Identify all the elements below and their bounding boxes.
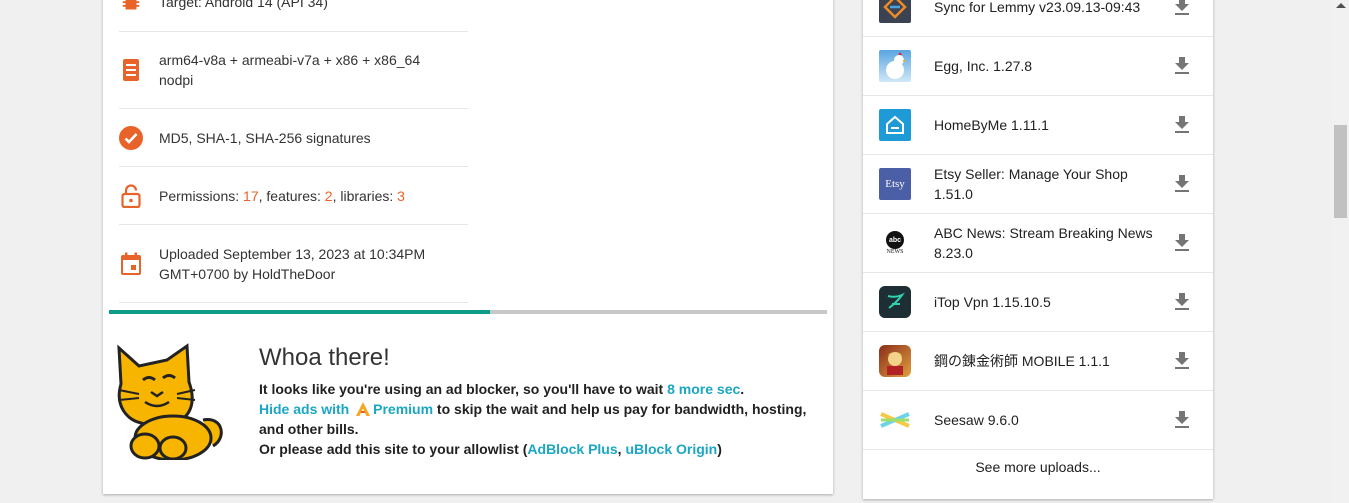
app-details-card: Target: Android 14 (API 34) arm64-v8a + … bbox=[103, 0, 833, 494]
upload-item-name: 鋼の錬金術師 MOBILE 1.1.1 bbox=[934, 353, 1110, 369]
download-icon[interactable] bbox=[1170, 172, 1194, 196]
calendar-icon bbox=[119, 252, 143, 276]
architecture-row: arm64-v8a + armeabi-v7a + x86 + x86_64 n… bbox=[119, 32, 468, 109]
unlock-icon bbox=[119, 183, 143, 208]
features-label: , features: bbox=[258, 187, 325, 204]
permissions-count-link[interactable]: 17 bbox=[243, 188, 259, 204]
ad-blocker-title: Whoa there! bbox=[259, 344, 390, 371]
upload-item-name: Seesaw 9.6.0 bbox=[934, 412, 1019, 428]
upload-item[interactable]: HomeByMe 1.11.1 bbox=[863, 96, 1213, 155]
signatures-link[interactable]: MD5, SHA-1, SHA-256 signatures bbox=[159, 128, 371, 148]
cat-mascot-image bbox=[117, 343, 223, 460]
details-list: Target: Android 14 (API 34) arm64-v8a + … bbox=[119, 0, 468, 303]
upload-item-name: Etsy Seller: Manage Your Shop 1.51.0 bbox=[934, 166, 1128, 202]
itop-vpn-icon bbox=[879, 286, 911, 318]
upload-item[interactable]: Seesaw 9.6.0 bbox=[863, 391, 1213, 450]
page-scrollbar[interactable] bbox=[1332, 0, 1349, 503]
upload-item-name: Sync for Lemmy v23.09.13-09:43 bbox=[934, 0, 1141, 15]
etsy-icon: Etsy bbox=[879, 168, 911, 200]
abc-icon-text: abc bbox=[886, 231, 904, 249]
seesaw-icon bbox=[879, 404, 911, 436]
egg-inc-icon bbox=[879, 50, 911, 82]
download-icon[interactable] bbox=[1170, 0, 1194, 19]
download-icon[interactable] bbox=[1170, 54, 1194, 78]
wait-countdown-link[interactable]: 8 more sec bbox=[667, 381, 740, 397]
uploaded-text: Uploaded September 13, 2023 at 10:34PM G… bbox=[159, 244, 425, 284]
abc-news-icon-text: NEWS bbox=[886, 249, 904, 255]
hide-ads-text: Hide ads with bbox=[259, 401, 354, 417]
target-text: Target: Android 14 (API 34) bbox=[159, 0, 328, 10]
close-paren-text: ) bbox=[717, 441, 722, 457]
uploader-text: GMT+0700 by HoldTheDoor bbox=[159, 265, 336, 282]
upload-item-name: Egg, Inc. 1.27.8 bbox=[934, 58, 1033, 74]
upload-item-name: ABC News: Stream Breaking News 8.23.0 bbox=[934, 225, 1153, 261]
upload-item-name: HomeByMe 1.11.1 bbox=[934, 117, 1049, 133]
libraries-label: , libraries: bbox=[332, 187, 398, 204]
homebyme-icon bbox=[879, 109, 911, 141]
upload-item[interactable]: abc NEWS ABC News: Stream Breaking News … bbox=[863, 214, 1213, 273]
upload-item[interactable]: Egg, Inc. 1.27.8 bbox=[863, 37, 1213, 96]
architecture-text: arm64-v8a + armeabi-v7a + x86 + x86_64 n… bbox=[159, 50, 420, 90]
scrollbar-thumb[interactable] bbox=[1334, 125, 1347, 218]
upload-item[interactable]: iTop Vpn 1.15.10.5 bbox=[863, 273, 1213, 332]
hide-ads-link[interactable]: Hide ads with Premium bbox=[259, 401, 433, 417]
download-icon[interactable] bbox=[1170, 408, 1194, 432]
target-row: Target: Android 14 (API 34) bbox=[119, 0, 468, 32]
ublock-origin-link[interactable]: uBlock Origin bbox=[625, 441, 717, 457]
permissions-label: Permissions: bbox=[159, 187, 244, 204]
see-more-uploads-link[interactable]: See more uploads... bbox=[863, 459, 1213, 475]
fma-mobile-icon bbox=[879, 345, 911, 377]
allowlist-text: Or please add this site to your allowlis… bbox=[259, 441, 528, 457]
dpi-text: nodpi bbox=[159, 72, 194, 88]
document-icon bbox=[119, 58, 143, 82]
upload-date: Uploaded September 13, 2023 at 10:34PM bbox=[159, 245, 426, 262]
premium-logo-icon bbox=[356, 402, 371, 416]
etsy-icon-text: Etsy bbox=[885, 178, 905, 190]
uploaded-row: Uploaded September 13, 2023 at 10:34PM G… bbox=[119, 225, 468, 303]
target-icon bbox=[119, 0, 143, 16]
ad-blocker-message: It looks like you're using an ad blocker… bbox=[259, 379, 819, 459]
signatures-row: MD5, SHA-1, SHA-256 signatures bbox=[119, 109, 468, 167]
scroll-up-arrow-icon[interactable] bbox=[1336, 3, 1346, 8]
upload-item-name: iTop Vpn 1.15.10.5 bbox=[934, 294, 1051, 310]
adblock-plus-link[interactable]: AdBlock Plus bbox=[527, 441, 617, 457]
architecture-list: arm64-v8a + armeabi-v7a + x86 + x86_64 bbox=[159, 52, 421, 68]
download-icon[interactable] bbox=[1170, 231, 1194, 255]
wait-text: It looks like you're using an ad blocker… bbox=[259, 381, 668, 397]
features-count-link[interactable]: 2 bbox=[325, 188, 333, 204]
period-text: . bbox=[740, 381, 745, 397]
upload-item[interactable]: Etsy Etsy Seller: Manage Your Shop 1.51.… bbox=[863, 155, 1213, 214]
wait-progress-bar bbox=[109, 310, 827, 314]
upload-item[interactable]: 鋼の錬金術師 MOBILE 1.1.1 bbox=[863, 332, 1213, 391]
premium-text: Premium bbox=[373, 401, 434, 417]
latest-uploads-card: Sync for Lemmy v23.09.13-09:43 Egg, Inc.… bbox=[863, 0, 1213, 499]
check-circle-icon bbox=[119, 125, 143, 150]
download-icon[interactable] bbox=[1170, 349, 1194, 373]
abc-news-icon: abc NEWS bbox=[879, 227, 911, 259]
permissions-text: Permissions: 17, features: 2, libraries:… bbox=[159, 186, 405, 206]
libraries-count-link[interactable]: 3 bbox=[397, 188, 405, 204]
download-icon[interactable] bbox=[1170, 290, 1194, 314]
upload-item[interactable]: Sync for Lemmy v23.09.13-09:43 bbox=[863, 0, 1213, 37]
wait-progress-fill bbox=[109, 310, 490, 314]
permissions-row: Permissions: 17, features: 2, libraries:… bbox=[119, 167, 468, 225]
sync-lemmy-icon bbox=[879, 0, 911, 23]
download-icon[interactable] bbox=[1170, 113, 1194, 137]
